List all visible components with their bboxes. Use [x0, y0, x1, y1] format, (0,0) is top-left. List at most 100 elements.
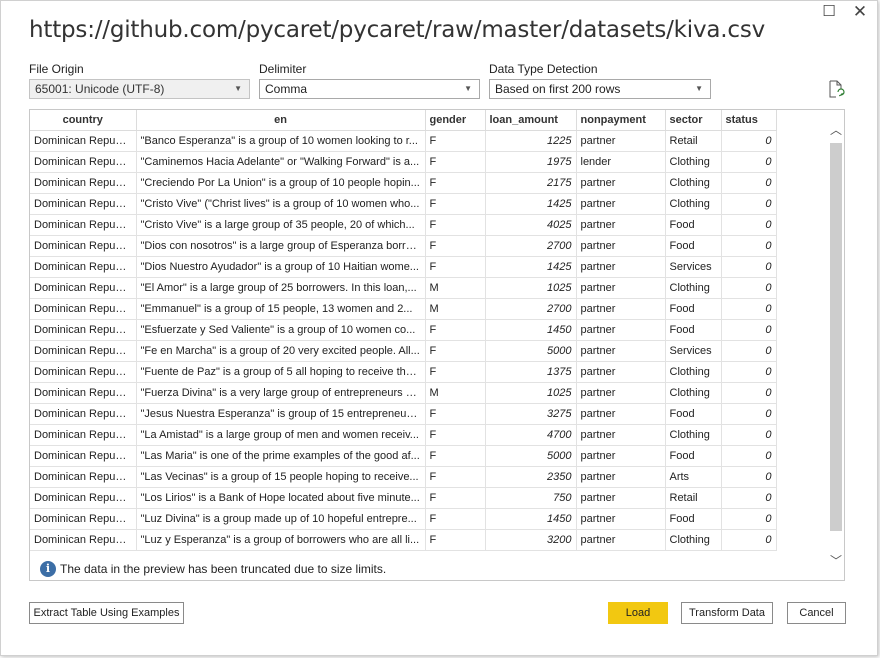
cell-sector[interactable]: Clothing [665, 151, 722, 173]
transform-data-button[interactable]: Transform Data [681, 602, 773, 624]
cell-sector[interactable]: Food [665, 214, 722, 236]
cell-status[interactable]: 0 [721, 172, 777, 194]
extract-table-button[interactable]: Extract Table Using Examples [29, 602, 184, 624]
column-header-gender[interactable]: gender [425, 110, 486, 131]
cell-loan-amount[interactable]: 2700 [485, 298, 577, 320]
cell-sector[interactable]: Food [665, 445, 722, 467]
cell-nonpayment[interactable]: partner [576, 130, 666, 152]
cell-status[interactable]: 0 [721, 445, 777, 467]
cell-en[interactable]: "Cristo Vive" ("Christ lives" is a group… [136, 193, 426, 215]
cell-loan-amount[interactable]: 2350 [485, 466, 577, 488]
column-header-sector[interactable]: sector [665, 110, 722, 131]
cell-status[interactable]: 0 [721, 193, 777, 215]
cell-gender[interactable]: F [425, 151, 486, 173]
cell-nonpayment[interactable]: partner [576, 424, 666, 446]
cell-country[interactable]: Dominican Republic [30, 151, 137, 173]
cell-en[interactable]: "Banco Esperanza" is a group of 10 women… [136, 130, 426, 152]
cell-sector[interactable]: Clothing [665, 277, 722, 299]
cell-en[interactable]: "Jesus Nuestra Esperanza" is group of 15… [136, 403, 426, 425]
cell-gender[interactable]: F [425, 193, 486, 215]
cell-loan-amount[interactable]: 3200 [485, 529, 577, 551]
cell-gender[interactable]: M [425, 298, 486, 320]
cell-country[interactable]: Dominican Republic [30, 193, 137, 215]
cell-country[interactable]: Dominican Republic [30, 424, 137, 446]
cell-en[interactable]: "Dios con nosotros" is a large group of … [136, 235, 426, 257]
cell-status[interactable]: 0 [721, 340, 777, 362]
cell-status[interactable]: 0 [721, 508, 777, 530]
cell-en[interactable]: "Emmanuel" is a group of 15 people, 13 w… [136, 298, 426, 320]
cell-nonpayment[interactable]: partner [576, 445, 666, 467]
cell-gender[interactable]: F [425, 487, 486, 509]
cell-country[interactable]: Dominican Republic [30, 340, 137, 362]
cell-nonpayment[interactable]: lender [576, 151, 666, 173]
cell-loan-amount[interactable]: 750 [485, 487, 577, 509]
cell-sector[interactable]: Services [665, 340, 722, 362]
cell-nonpayment[interactable]: partner [576, 277, 666, 299]
cell-gender[interactable]: F [425, 214, 486, 236]
cell-gender[interactable]: F [425, 361, 486, 383]
cell-gender[interactable]: F [425, 235, 486, 257]
cell-nonpayment[interactable]: partner [576, 193, 666, 215]
cell-country[interactable]: Dominican Republic [30, 529, 137, 551]
cell-status[interactable]: 0 [721, 403, 777, 425]
cell-en[interactable]: "Creciendo Por La Union" is a group of 1… [136, 172, 426, 194]
cell-sector[interactable]: Food [665, 403, 722, 425]
cell-country[interactable]: Dominican Republic [30, 361, 137, 383]
cell-country[interactable]: Dominican Republic [30, 256, 137, 278]
cell-nonpayment[interactable]: partner [576, 172, 666, 194]
cell-gender[interactable]: F [425, 424, 486, 446]
cell-nonpayment[interactable]: partner [576, 340, 666, 362]
cell-en[interactable]: "Cristo Vive" is a large group of 35 peo… [136, 214, 426, 236]
cell-country[interactable]: Dominican Republic [30, 403, 137, 425]
cell-status[interactable]: 0 [721, 319, 777, 341]
cell-country[interactable]: Dominican Republic [30, 319, 137, 341]
file-origin-select[interactable]: 65001: Unicode (UTF-8) ▼ [29, 79, 250, 99]
cell-loan-amount[interactable]: 2700 [485, 235, 577, 257]
cell-nonpayment[interactable]: partner [576, 508, 666, 530]
cell-nonpayment[interactable]: partner [576, 403, 666, 425]
cell-gender[interactable]: F [425, 508, 486, 530]
cell-nonpayment[interactable]: partner [576, 361, 666, 383]
maximize-icon[interactable]: ☐ [818, 3, 840, 21]
cell-country[interactable]: Dominican Republic [30, 508, 137, 530]
cell-sector[interactable]: Clothing [665, 361, 722, 383]
cell-loan-amount[interactable]: 1450 [485, 508, 577, 530]
cell-nonpayment[interactable]: partner [576, 256, 666, 278]
column-header-country[interactable]: country [30, 110, 137, 131]
cell-gender[interactable]: F [425, 445, 486, 467]
cell-country[interactable]: Dominican Republic [30, 235, 137, 257]
cell-sector[interactable]: Food [665, 298, 722, 320]
cell-loan-amount[interactable]: 5000 [485, 445, 577, 467]
cell-en[interactable]: "Fuente de Paz" is a group of 5 all hopi… [136, 361, 426, 383]
cell-sector[interactable]: Retail [665, 487, 722, 509]
cell-gender[interactable]: F [425, 340, 486, 362]
cell-loan-amount[interactable]: 1025 [485, 382, 577, 404]
cell-gender[interactable]: F [425, 256, 486, 278]
cell-en[interactable]: "Fuerza Divina" is a very large group of… [136, 382, 426, 404]
cell-loan-amount[interactable]: 1225 [485, 130, 577, 152]
cell-en[interactable]: "Luz Divina" is a group made up of 10 ho… [136, 508, 426, 530]
cell-sector[interactable]: Food [665, 235, 722, 257]
cell-nonpayment[interactable]: partner [576, 487, 666, 509]
cell-en[interactable]: "Esfuerzate y Sed Valiente" is a group o… [136, 319, 426, 341]
cell-status[interactable]: 0 [721, 529, 777, 551]
scroll-down-icon[interactable]: ﹀ [829, 553, 843, 569]
cell-country[interactable]: Dominican Republic [30, 214, 137, 236]
cell-gender[interactable]: F [425, 130, 486, 152]
cell-en[interactable]: "Dios Nuestro Ayudador" is a group of 10… [136, 256, 426, 278]
cell-country[interactable]: Dominican Republic [30, 487, 137, 509]
cell-loan-amount[interactable]: 5000 [485, 340, 577, 362]
cell-status[interactable]: 0 [721, 256, 777, 278]
cell-status[interactable]: 0 [721, 298, 777, 320]
close-icon[interactable]: ✕ [849, 3, 871, 21]
cell-country[interactable]: Dominican Republic [30, 382, 137, 404]
scroll-up-icon[interactable]: ︿ [829, 122, 843, 138]
cell-status[interactable]: 0 [721, 361, 777, 383]
cell-nonpayment[interactable]: partner [576, 529, 666, 551]
cell-loan-amount[interactable]: 1425 [485, 256, 577, 278]
cell-en[interactable]: "Caminemos Hacia Adelante" or "Walking F… [136, 151, 426, 173]
cell-loan-amount[interactable]: 4700 [485, 424, 577, 446]
cell-sector[interactable]: Clothing [665, 193, 722, 215]
cell-status[interactable]: 0 [721, 130, 777, 152]
cell-sector[interactable]: Clothing [665, 529, 722, 551]
